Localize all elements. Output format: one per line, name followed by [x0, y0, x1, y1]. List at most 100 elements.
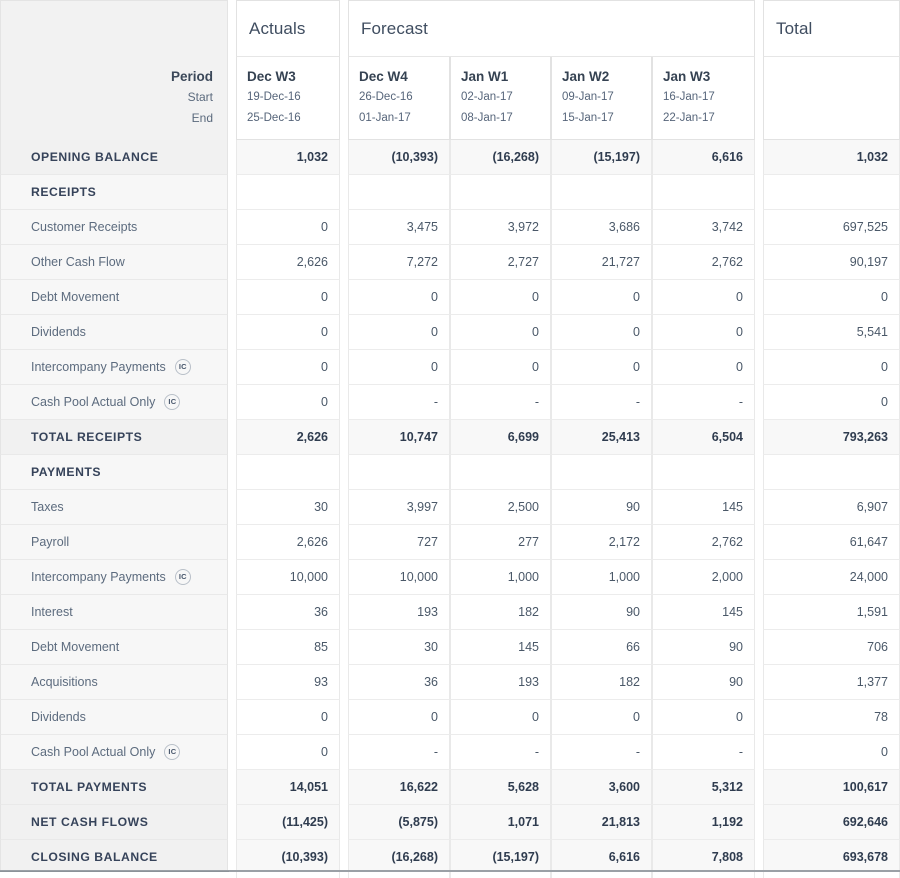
- cell-total[interactable]: 0: [763, 280, 900, 315]
- cell-total[interactable]: [763, 175, 900, 210]
- cell-jan-w3[interactable]: [652, 175, 755, 210]
- table-row[interactable]: Payroll2,6267272772,1722,76261,647: [0, 525, 900, 560]
- cell-jan-w2[interactable]: 182: [551, 665, 652, 700]
- cell-dec-w3[interactable]: 14,051: [236, 770, 340, 805]
- cell-jan-w2[interactable]: 0: [551, 700, 652, 735]
- cell-dec-w3[interactable]: (11,425): [236, 805, 340, 840]
- cell-jan-w3[interactable]: 90: [652, 665, 755, 700]
- cell-jan-w2[interactable]: 21,727: [551, 245, 652, 280]
- cell-jan-w1[interactable]: 0: [450, 315, 551, 350]
- cell-total[interactable]: 78: [763, 700, 900, 735]
- cell-total[interactable]: 5,541: [763, 315, 900, 350]
- cell-jan-w3[interactable]: 145: [652, 490, 755, 525]
- cell-jan-w1[interactable]: 6,699: [450, 420, 551, 455]
- cell-jan-w2[interactable]: 0: [551, 315, 652, 350]
- table-row[interactable]: Intercompany PaymentsIC10,00010,0001,000…: [0, 560, 900, 595]
- table-row[interactable]: Acquisitions9336193182901,377: [0, 665, 900, 700]
- cell-dec-w4[interactable]: 0: [348, 280, 450, 315]
- cell-dec-w3[interactable]: 0: [236, 280, 340, 315]
- table-row[interactable]: Taxes303,9972,500901456,907: [0, 490, 900, 525]
- cell-jan-w2[interactable]: -: [551, 735, 652, 770]
- cell-total[interactable]: 0: [763, 350, 900, 385]
- cell-jan-w1[interactable]: -: [450, 735, 551, 770]
- cell-dec-w3[interactable]: 0: [236, 315, 340, 350]
- group-header-total[interactable]: Total: [763, 0, 900, 57]
- cell-dec-w4[interactable]: (10,393): [348, 140, 450, 175]
- cell-jan-w3[interactable]: 2,000: [652, 560, 755, 595]
- table-row-section[interactable]: TOTAL PAYMENTS14,05116,6225,6283,6005,31…: [0, 770, 900, 805]
- cell-jan-w3[interactable]: 145: [652, 595, 755, 630]
- cell-total[interactable]: 692,646: [763, 805, 900, 840]
- table-row[interactable]: Other Cash Flow2,6267,2722,72721,7272,76…: [0, 245, 900, 280]
- table-row[interactable]: Cash Pool Actual OnlyIC0----0: [0, 385, 900, 420]
- cell-dec-w4[interactable]: [348, 455, 450, 490]
- table-row[interactable]: Customer Receipts03,4753,9723,6863,74269…: [0, 210, 900, 245]
- cell-jan-w1[interactable]: 145: [450, 630, 551, 665]
- cell-dec-w4[interactable]: 7,272: [348, 245, 450, 280]
- cell-dec-w4[interactable]: 10,000: [348, 560, 450, 595]
- period-col-dec-w4[interactable]: Dec W4 26-Dec-16 01-Jan-17: [348, 57, 450, 140]
- cell-dec-w3[interactable]: 0: [236, 385, 340, 420]
- cell-jan-w3[interactable]: -: [652, 735, 755, 770]
- table-row-section[interactable]: NET CASH FLOWS(11,425)(5,875)1,07121,813…: [0, 805, 900, 840]
- cell-jan-w1[interactable]: 0: [450, 280, 551, 315]
- cell-jan-w2[interactable]: [551, 175, 652, 210]
- cell-total[interactable]: 706: [763, 630, 900, 665]
- cell-jan-w1[interactable]: 2,500: [450, 490, 551, 525]
- cell-dec-w3[interactable]: 0: [236, 700, 340, 735]
- table-row[interactable]: Intercompany PaymentsIC000000: [0, 350, 900, 385]
- cell-total[interactable]: 793,263: [763, 420, 900, 455]
- table-row[interactable]: Interest36193182901451,591: [0, 595, 900, 630]
- cell-jan-w1[interactable]: 0: [450, 700, 551, 735]
- cell-jan-w2[interactable]: 90: [551, 595, 652, 630]
- cell-dec-w3[interactable]: 30: [236, 490, 340, 525]
- cell-dec-w4[interactable]: 0: [348, 700, 450, 735]
- cell-jan-w3[interactable]: 1,192: [652, 805, 755, 840]
- cell-total[interactable]: 697,525: [763, 210, 900, 245]
- period-col-jan-w1[interactable]: Jan W1 02-Jan-17 08-Jan-17: [450, 57, 551, 140]
- table-row[interactable]: Dividends0000078: [0, 700, 900, 735]
- cell-dec-w4[interactable]: 30: [348, 630, 450, 665]
- cell-jan-w1[interactable]: (16,268): [450, 140, 551, 175]
- cell-dec-w3[interactable]: 1,032: [236, 140, 340, 175]
- cell-jan-w2[interactable]: (15,197): [551, 140, 652, 175]
- cell-dec-w3[interactable]: 36: [236, 595, 340, 630]
- cell-total[interactable]: 61,647: [763, 525, 900, 560]
- cell-dec-w3[interactable]: [236, 455, 340, 490]
- table-row-section[interactable]: TOTAL RECEIPTS2,62610,7476,69925,4136,50…: [0, 420, 900, 455]
- cell-jan-w3[interactable]: 6,616: [652, 140, 755, 175]
- cell-dec-w4[interactable]: [348, 175, 450, 210]
- table-row-section[interactable]: RECEIPTS: [0, 175, 900, 210]
- cell-jan-w2[interactable]: 25,413: [551, 420, 652, 455]
- table-row-section[interactable]: PAYMENTS: [0, 455, 900, 490]
- cell-total[interactable]: 6,907: [763, 490, 900, 525]
- cell-dec-w3[interactable]: 85: [236, 630, 340, 665]
- cell-jan-w1[interactable]: 1,000: [450, 560, 551, 595]
- cell-total[interactable]: 1,032: [763, 140, 900, 175]
- cell-jan-w2[interactable]: 21,813: [551, 805, 652, 840]
- cell-dec-w4[interactable]: 3,997: [348, 490, 450, 525]
- cell-jan-w1[interactable]: 193: [450, 665, 551, 700]
- cell-jan-w2[interactable]: 1,000: [551, 560, 652, 595]
- table-row[interactable]: Dividends000005,541: [0, 315, 900, 350]
- cell-jan-w1[interactable]: 0: [450, 350, 551, 385]
- cell-jan-w2[interactable]: 3,686: [551, 210, 652, 245]
- cell-jan-w2[interactable]: 66: [551, 630, 652, 665]
- table-row[interactable]: Cash Pool Actual OnlyIC0----0: [0, 735, 900, 770]
- cell-dec-w3[interactable]: 2,626: [236, 245, 340, 280]
- cell-total[interactable]: 1,377: [763, 665, 900, 700]
- cell-jan-w2[interactable]: 0: [551, 350, 652, 385]
- cell-jan-w2[interactable]: 0: [551, 280, 652, 315]
- cell-total[interactable]: 0: [763, 385, 900, 420]
- cell-jan-w3[interactable]: 0: [652, 280, 755, 315]
- table-row[interactable]: Debt Movement85301456690706: [0, 630, 900, 665]
- cell-jan-w1[interactable]: [450, 455, 551, 490]
- cell-total[interactable]: 1,591: [763, 595, 900, 630]
- cell-jan-w1[interactable]: 2,727: [450, 245, 551, 280]
- period-col-jan-w2[interactable]: Jan W2 09-Jan-17 15-Jan-17: [551, 57, 652, 140]
- cell-jan-w1[interactable]: 5,628: [450, 770, 551, 805]
- cell-dec-w3[interactable]: 2,626: [236, 420, 340, 455]
- cell-jan-w1[interactable]: 3,972: [450, 210, 551, 245]
- cell-dec-w4[interactable]: 3,475: [348, 210, 450, 245]
- cell-dec-w3[interactable]: 0: [236, 210, 340, 245]
